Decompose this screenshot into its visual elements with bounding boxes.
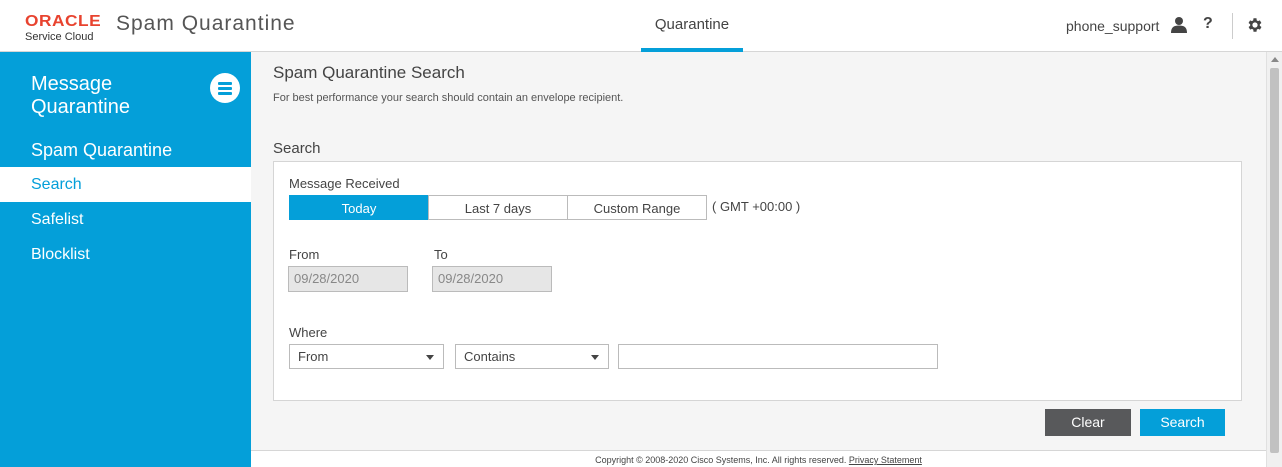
user-icon[interactable] <box>1171 16 1187 33</box>
to-date-label: To <box>434 247 448 262</box>
logo-brand: ORACLE <box>25 13 102 30</box>
logo-subtitle: Service Cloud <box>25 31 94 43</box>
where-operator-select[interactable]: Contains <box>455 344 609 369</box>
where-field-value: From <box>298 349 329 364</box>
search-button[interactable]: Search <box>1140 409 1225 436</box>
copyright-text: Copyright © 2008-2020 Cisco Systems, Inc… <box>595 455 847 465</box>
clear-button[interactable]: Clear <box>1045 409 1131 436</box>
message-received-label: Message Received <box>289 176 400 191</box>
hamburger-menu-icon[interactable] <box>210 73 240 103</box>
footer: Copyright © 2008-2020 Cisco Systems, Inc… <box>251 450 1266 467</box>
date-range-toggle: Today Last 7 days Custom Range <box>289 195 707 220</box>
tab-quarantine[interactable]: Quarantine <box>641 0 743 52</box>
from-date-label: From <box>289 247 320 262</box>
main-content: Spam Quarantine Search For best performa… <box>251 52 1266 467</box>
where-value-input[interactable] <box>618 344 938 369</box>
search-panel: Message Received Today Last 7 days Custo… <box>273 161 1242 401</box>
sidebar: Message Quarantine Spam Quarantine Searc… <box>0 52 251 467</box>
sidebar-item-blocklist[interactable]: Blocklist <box>0 237 251 272</box>
to-date-field[interactable]: 09/28/2020 <box>432 266 552 292</box>
help-icon[interactable]: ? <box>1203 15 1213 33</box>
where-operator-value: Contains <box>464 349 516 364</box>
chevron-down-icon <box>591 355 599 360</box>
app-title: Spam Quarantine <box>116 12 296 35</box>
header-divider <box>1232 13 1233 39</box>
vertical-scrollbar[interactable] <box>1266 52 1282 467</box>
top-header: ORACLE Service Cloud Spam Quarantine Qua… <box>0 0 1282 52</box>
sidebar-title-line1: Message <box>31 73 113 95</box>
chevron-down-icon <box>426 355 434 360</box>
sidebar-item-safelist[interactable]: Safelist <box>0 202 251 237</box>
timezone-label: ( GMT +00:00 ) <box>712 199 801 214</box>
gear-icon[interactable] <box>1246 16 1264 34</box>
where-field-select[interactable]: From <box>289 344 444 369</box>
scroll-up-arrow-icon[interactable] <box>1271 57 1279 62</box>
from-date-field[interactable]: 09/28/2020 <box>288 266 408 292</box>
oracle-logo[interactable]: ORACLE Service Cloud <box>25 14 101 44</box>
sidebar-item-search[interactable]: Search <box>0 167 251 202</box>
page-hint: For best performance your search should … <box>273 92 624 104</box>
where-label: Where <box>289 325 328 340</box>
sidebar-title-line2: Quarantine <box>31 96 130 118</box>
sidebar-section-spam-quarantine[interactable]: Spam Quarantine <box>31 140 172 161</box>
range-custom-button[interactable]: Custom Range <box>567 195 707 220</box>
page-title: Spam Quarantine Search <box>273 63 465 82</box>
range-today-button[interactable]: Today <box>289 195 429 220</box>
range-last-7-days-button[interactable]: Last 7 days <box>428 195 568 220</box>
sidebar-title: Message Quarantine <box>31 73 130 119</box>
username-link[interactable]: phone_support <box>1066 18 1159 34</box>
privacy-statement-link[interactable]: Privacy Statement <box>849 455 922 465</box>
scrollbar-thumb[interactable] <box>1270 68 1279 453</box>
search-section-label: Search <box>273 140 321 157</box>
